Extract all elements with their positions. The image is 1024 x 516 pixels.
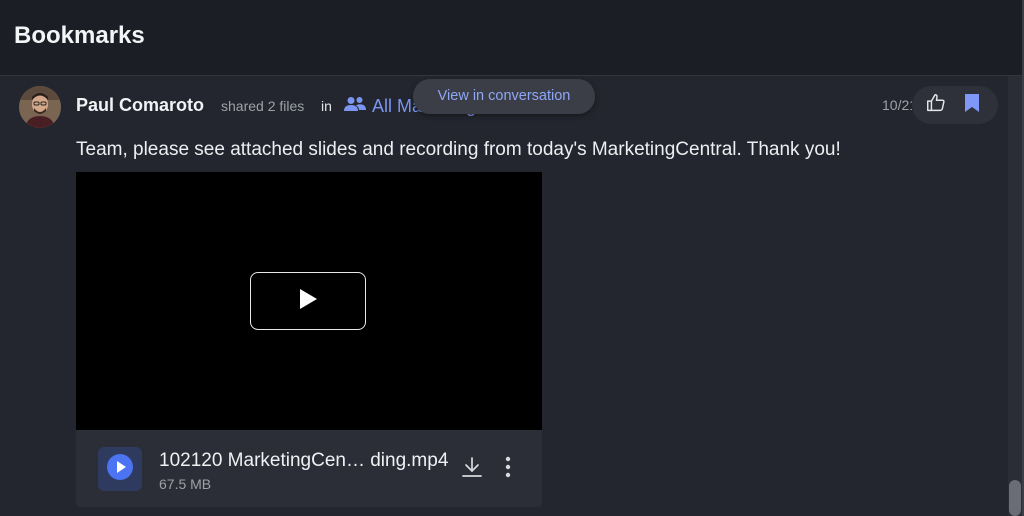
file-play-button[interactable] xyxy=(98,447,142,491)
group-icon xyxy=(344,96,366,117)
more-vertical-icon xyxy=(505,456,511,483)
avatar[interactable] xyxy=(19,86,61,128)
file-name[interactable]: 102120 MarketingCen… ding.mp4 xyxy=(159,450,448,472)
file-attachment[interactable]: 102120 MarketingCen… ding.mp4 67.5 MB xyxy=(76,430,542,507)
download-button[interactable] xyxy=(459,456,485,482)
in-label: in xyxy=(321,98,332,114)
video-play-button[interactable] xyxy=(250,272,366,330)
author-name[interactable]: Paul Comaroto xyxy=(76,95,204,116)
more-options-button[interactable] xyxy=(496,456,520,482)
message-actions xyxy=(912,86,998,124)
message-text: Team, please see attached slides and rec… xyxy=(76,139,841,160)
file-size: 67.5 MB xyxy=(159,476,212,492)
play-circle-icon xyxy=(106,453,134,486)
thumbs-up-icon xyxy=(925,92,947,119)
scrollbar-thumb[interactable] xyxy=(1009,480,1021,516)
page-header: Bookmarks xyxy=(0,0,1022,76)
page-title: Bookmarks xyxy=(14,22,145,49)
bookmark-icon xyxy=(963,93,981,118)
like-button[interactable] xyxy=(924,93,948,117)
bookmark-button[interactable] xyxy=(960,93,984,117)
shared-files-text: shared 2 files xyxy=(221,98,305,114)
play-icon xyxy=(298,288,318,315)
download-icon xyxy=(460,455,484,484)
scrollbar-track[interactable] xyxy=(1008,76,1022,516)
view-in-conversation-tooltip[interactable]: View in conversation xyxy=(413,79,595,114)
timestamp: 10/21 xyxy=(882,97,912,113)
video-player[interactable] xyxy=(76,172,542,430)
